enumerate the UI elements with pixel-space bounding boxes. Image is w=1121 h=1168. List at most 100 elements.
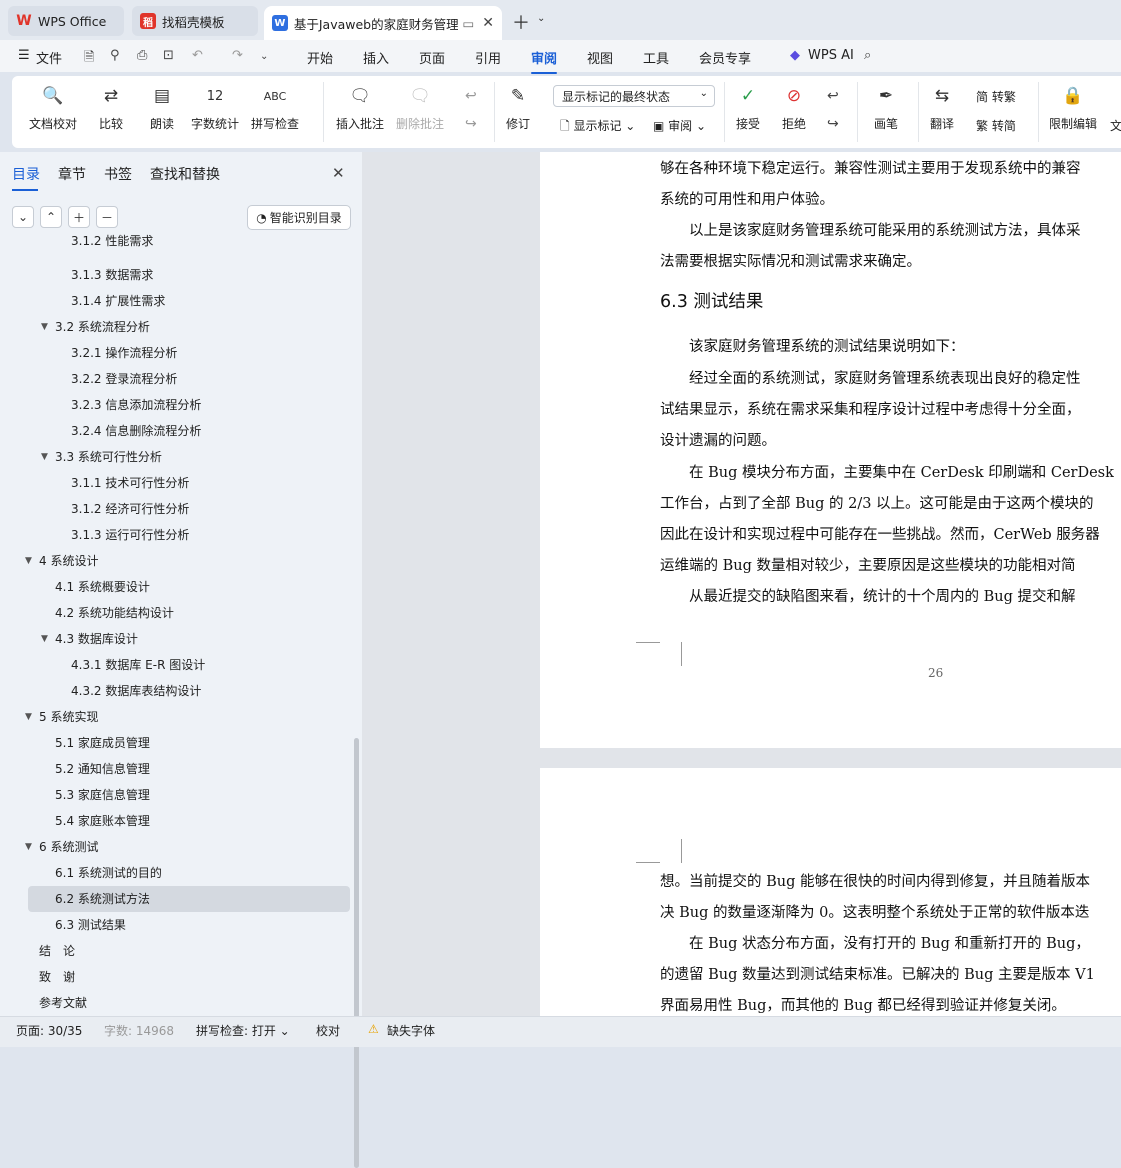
display-mode-select[interactable]: 显示标记的最终状态 ⌄: [553, 85, 715, 107]
doc-check-button[interactable]: 🔍 文档校对: [29, 84, 77, 132]
menu-file[interactable]: 文件: [36, 48, 62, 67]
expand-arrow-icon[interactable]: ▼: [41, 444, 48, 470]
tab-docer[interactable]: 稻 找稻壳模板: [132, 6, 258, 36]
print-preview-icon[interactable]: ⊡: [163, 48, 174, 63]
show-marks-button[interactable]: 🗋 显示标记 ⌄: [560, 117, 635, 138]
menu-reference[interactable]: 引用: [475, 48, 501, 67]
undo-icon[interactable]: ↶: [192, 48, 203, 63]
insert-comment-button[interactable]: 🗨 插入批注: [336, 84, 384, 132]
add-level-button[interactable]: ＋: [68, 206, 90, 228]
collapse-button[interactable]: ⌄: [12, 206, 34, 228]
review-pane-button[interactable]: ▣ 审阅 ⌄: [653, 117, 706, 134]
expand-arrow-icon[interactable]: ▼: [25, 834, 32, 860]
remove-level-button[interactable]: －: [96, 206, 118, 228]
pen-button[interactable]: ✒ 画笔: [874, 84, 898, 132]
close-tab-icon[interactable]: ✕: [482, 15, 494, 31]
toc-item[interactable]: 4.3.2 数据库表结构设计: [0, 678, 350, 704]
print-icon[interactable]: ⎙: [137, 48, 147, 63]
read-aloud-button[interactable]: ▤ 朗读: [150, 84, 174, 132]
link-icon[interactable]: ⚲: [110, 48, 120, 63]
prev-comment-icon[interactable]: ↩: [465, 88, 477, 104]
toc-item[interactable]: 结 论: [0, 938, 350, 964]
tab-toc[interactable]: 目录: [12, 164, 40, 191]
translate-button[interactable]: ⇆ 翻译: [930, 84, 954, 132]
menu-review[interactable]: 审阅: [531, 48, 558, 74]
smart-toc-button[interactable]: ◔ 智能识别目录: [247, 205, 351, 230]
tab-find-replace[interactable]: 查找和替换: [150, 164, 220, 184]
toc-item[interactable]: 参考文献: [0, 990, 350, 1016]
toc-item[interactable]: 3.2.3 信息添加流程分析: [0, 392, 350, 418]
expand-arrow-icon[interactable]: ▼: [25, 704, 32, 730]
toc-item[interactable]: ▼ 4 系统设计: [0, 548, 350, 574]
new-tab-icon[interactable]: ＋: [512, 9, 530, 35]
toc-item[interactable]: 4.3.1 数据库 E-R 图设计: [0, 652, 350, 678]
expand-arrow-icon[interactable]: ▼: [25, 548, 32, 574]
toc-item[interactable]: ▼ 5 系统实现: [0, 704, 350, 730]
proofread-status[interactable]: 校对: [316, 1022, 340, 1039]
overflow-label[interactable]: 文: [1110, 117, 1121, 134]
spell-check-status[interactable]: 拼写检查: 打开 ⌄: [196, 1022, 290, 1039]
toc-item[interactable]: 3.2.4 信息删除流程分析: [0, 418, 350, 444]
toc-item[interactable]: ▼ 3.3 系统可行性分析: [0, 444, 350, 470]
redo-icon[interactable]: ↷: [232, 48, 243, 63]
toc-item[interactable]: 6.2 系统测试方法: [28, 886, 350, 912]
tab-wps-office[interactable]: W WPS Office: [8, 6, 124, 36]
expand-arrow-icon[interactable]: ▼: [41, 314, 48, 340]
toc-item[interactable]: 3.1.3 数据需求: [0, 262, 350, 288]
save-icon[interactable]: 🗎: [84, 48, 94, 70]
tab-bookmark[interactable]: 书签: [104, 164, 132, 184]
toc-item[interactable]: 3.1.4 扩展性需求: [0, 288, 350, 314]
search-icon[interactable]: ⌕: [864, 48, 871, 63]
accept-button[interactable]: ✓ 接受: [736, 84, 760, 132]
compare-button[interactable]: ⇄ 比较: [99, 84, 123, 132]
more-chevron-icon[interactable]: ⌄: [260, 51, 268, 62]
toc-item[interactable]: 3.2.1 操作流程分析: [0, 340, 350, 366]
prev-change-icon[interactable]: ↩: [827, 88, 839, 104]
toc-item[interactable]: 5.4 家庭账本管理: [0, 808, 350, 834]
chevron-down-icon[interactable]: ⌄: [537, 13, 545, 24]
menu-page[interactable]: 页面: [419, 48, 445, 67]
expand-arrow-icon[interactable]: ▼: [41, 626, 48, 652]
toc-item[interactable]: 3.2.2 登录流程分析: [0, 366, 350, 392]
missing-font-status[interactable]: 缺失字体: [387, 1022, 435, 1039]
menu-insert[interactable]: 插入: [363, 48, 389, 67]
toc-item[interactable]: 4.1 系统概要设计: [0, 574, 350, 600]
next-change-icon[interactable]: ↪: [827, 116, 839, 132]
menu-wps-ai[interactable]: WPS AI: [808, 48, 854, 63]
menu-member[interactable]: 会员专享: [699, 48, 751, 67]
menu-home[interactable]: 开始: [307, 48, 333, 67]
tab-document[interactable]: W 基于Javaweb的家庭财务管理系 ▭ ✕: [264, 6, 502, 40]
scrollbar[interactable]: [354, 738, 359, 1168]
toc-item[interactable]: 4.2 系统功能结构设计: [0, 600, 350, 626]
toc-item[interactable]: 3.1.3 运行可行性分析: [0, 522, 350, 548]
toc-item[interactable]: 5.3 家庭信息管理: [0, 782, 350, 808]
to-simplified-button[interactable]: 繁 转简: [976, 117, 1016, 134]
toc-item[interactable]: ▼ 3.2 系统流程分析: [0, 314, 350, 340]
to-traditional-button[interactable]: 简 转繁: [976, 88, 1016, 105]
restrict-edit-button[interactable]: 🔒 限制编辑: [1049, 84, 1097, 132]
word-count-button[interactable]: 12 字数统计: [191, 84, 239, 132]
page-indicator[interactable]: 页面: 30/35: [16, 1022, 82, 1039]
toc-item[interactable]: 6.1 系统测试的目的: [0, 860, 350, 886]
expand-button[interactable]: ⌃: [40, 206, 62, 228]
toc-item[interactable]: ▼ 4.3 数据库设计: [0, 626, 350, 652]
toc-item[interactable]: 3.1.1 技术可行性分析: [0, 470, 350, 496]
hamburger-icon[interactable]: ☰: [18, 48, 30, 63]
toc-item[interactable]: 5.2 通知信息管理: [0, 756, 350, 782]
close-icon[interactable]: ✕: [332, 164, 345, 182]
reject-button[interactable]: ⊘ 拒绝: [782, 84, 806, 132]
tab-chapter[interactable]: 章节: [58, 164, 86, 184]
spell-check-button[interactable]: ABC 拼写检查: [251, 84, 299, 132]
next-comment-icon[interactable]: ↪: [465, 116, 477, 132]
toc-item[interactable]: 3.1.2 经济可行性分析: [0, 496, 350, 522]
toc-item[interactable]: 6.3 测试结果: [0, 912, 350, 938]
toc-item[interactable]: 5.1 家庭成员管理: [0, 730, 350, 756]
menu-view[interactable]: 视图: [587, 48, 613, 67]
monitor-icon[interactable]: ▭: [462, 16, 474, 31]
word-count[interactable]: 字数: 14968: [104, 1022, 174, 1039]
delete-comment-button[interactable]: 🗨 删除批注: [396, 84, 444, 132]
menu-tools[interactable]: 工具: [643, 48, 669, 67]
revise-button[interactable]: ✎ 修订: [506, 84, 530, 132]
toc-item[interactable]: 3.1.2 性能需求: [0, 234, 350, 262]
toc-item[interactable]: 致 谢: [0, 964, 350, 990]
